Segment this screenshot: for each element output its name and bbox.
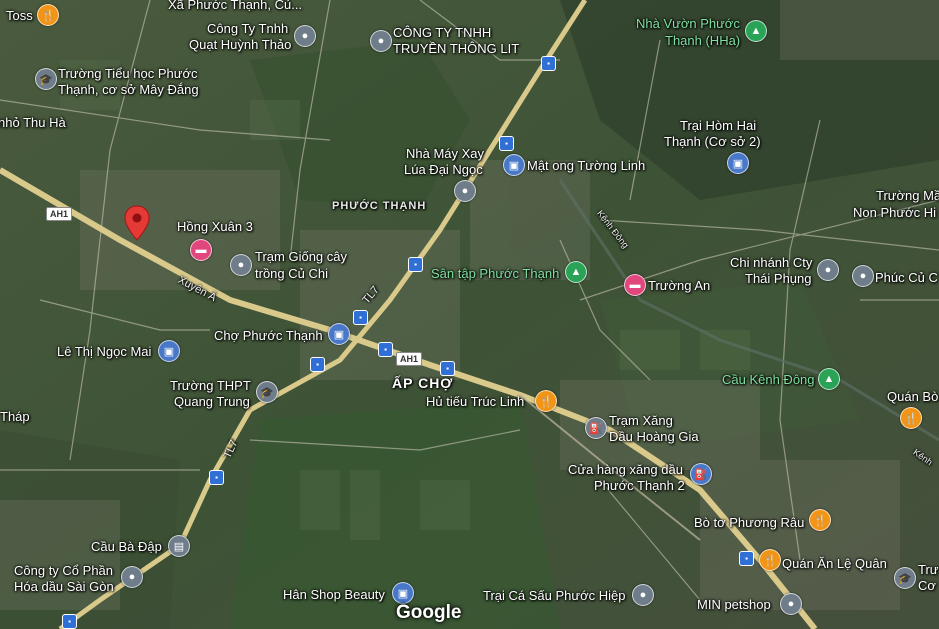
place-label[interactable]: Chi nhánh Cty — [730, 255, 812, 270]
shopping-icon[interactable]: ▣ — [158, 340, 180, 362]
place-label[interactable]: Toss — [6, 8, 33, 23]
school-icon[interactable]: 🎓 — [894, 567, 916, 589]
restaurant-icon[interactable]: 🍴 — [535, 390, 557, 412]
area-label-ap-cho: ẤP CHỢ — [392, 375, 454, 391]
place-label[interactable]: Hủ tiếu Trúc Linh — [426, 394, 524, 409]
location-icon[interactable]: ● — [454, 180, 476, 202]
bridge-icon[interactable]: ▲ — [818, 368, 840, 390]
location-icon[interactable]: ● — [370, 30, 392, 52]
place-label[interactable]: Thạnh (HHa) — [665, 33, 740, 48]
place-label[interactable]: CÔNG TY TNHH — [393, 25, 491, 40]
google-logo: Google — [396, 602, 462, 623]
place-label[interactable]: Non Phước Hi — [853, 205, 936, 220]
bus-stop-icon[interactable]: ▪ — [541, 56, 556, 71]
place-label[interactable]: Cửa hàng xăng dầu — [568, 462, 683, 477]
shopping-icon[interactable]: ▣ — [503, 154, 525, 176]
bus-stop-icon[interactable]: ▪ — [62, 614, 77, 629]
place-label[interactable]: Phước Thạnh 2 — [594, 478, 685, 493]
ah1-shield: AH1 — [396, 352, 423, 366]
place-label[interactable]: nhỏ Thu Hà — [0, 115, 66, 130]
park-icon[interactable]: ▲ — [745, 20, 767, 42]
place-label[interactable]: Trại Cá Sấu Phước Hiệp — [483, 588, 625, 603]
place-label[interactable]: Trường Mầ — [876, 188, 939, 203]
place-label[interactable]: Thạnh, cơ sở Mây Đắng — [58, 82, 199, 97]
bus-stop-icon[interactable]: ▪ — [739, 551, 754, 566]
place-label[interactable]: MIN petshop — [697, 597, 771, 612]
bus-stop-icon[interactable]: ▪ — [378, 342, 393, 357]
place-label[interactable]: Thái Phụng — [745, 271, 812, 286]
location-icon[interactable]: ● — [632, 584, 654, 606]
place-label[interactable]: Quạt Huỳnh Thảo — [189, 37, 291, 52]
selected-location-marker-icon[interactable] — [124, 205, 150, 241]
place-label[interactable]: Mật ong Tường Linh — [527, 158, 645, 173]
place-label[interactable]: trồng Củ Chi — [255, 266, 328, 281]
location-icon[interactable]: ● — [121, 566, 143, 588]
place-label[interactable]: Cầu Kênh Đông — [722, 372, 815, 387]
area-label-phuoc-thanh: PHƯỚC THẠNH — [332, 200, 427, 212]
bus-stop-icon[interactable]: ▪ — [310, 357, 325, 372]
place-label[interactable]: Hân Shop Beauty — [283, 587, 385, 602]
location-icon[interactable]: ● — [780, 593, 802, 615]
place-label[interactable]: Thạnh (Cơ sở 2) — [664, 134, 761, 149]
school-icon[interactable]: 🎓 — [256, 381, 278, 403]
place-label[interactable]: Lê Thị Ngọc Mai — [57, 344, 151, 359]
place-label[interactable]: Lúa Đại Ngọc — [404, 162, 483, 177]
restaurant-icon[interactable]: 🍴 — [37, 4, 59, 26]
location-icon[interactable]: ● — [852, 265, 874, 287]
place-label[interactable]: Trư — [918, 562, 939, 577]
place-label[interactable]: Bò tơ Phương Râu — [694, 515, 804, 530]
bus-stop-icon[interactable]: ▪ — [209, 470, 224, 485]
place-label[interactable]: Tháp — [0, 409, 30, 424]
place-label[interactable]: Trại Hòm Hai — [680, 118, 756, 133]
place-label[interactable]: Quán Bò — [887, 389, 938, 404]
bus-stop-icon[interactable]: ▪ — [499, 136, 514, 151]
place-label[interactable]: Công Ty Tnhh — [207, 21, 288, 36]
place-label[interactable]: Trạm Xăng — [609, 413, 673, 428]
shopping-icon[interactable]: ▣ — [328, 323, 350, 345]
bus-stop-icon[interactable]: ▪ — [353, 310, 368, 325]
place-label[interactable]: Trường THPT — [170, 378, 251, 393]
place-label[interactable]: Nhà Máy Xay — [406, 146, 484, 161]
place-label[interactable]: TRUYỀN THÔNG LIT — [393, 41, 519, 56]
restaurant-icon[interactable]: 🍴 — [809, 509, 831, 531]
location-icon[interactable]: ● — [230, 254, 252, 276]
gas-station-icon[interactable]: ⛽ — [690, 463, 712, 485]
shopping-icon[interactable]: ▣ — [727, 152, 749, 174]
place-label[interactable]: Phúc Củ C — [875, 270, 938, 285]
ah1-shield: AH1 — [46, 207, 73, 221]
place-label[interactable]: Nhà Vườn Phước — [636, 16, 740, 31]
shopping-icon[interactable]: ▣ — [392, 582, 414, 604]
bridge-icon[interactable]: ▤ — [168, 535, 190, 557]
place-label[interactable]: Trường An — [648, 278, 710, 293]
bus-stop-icon[interactable]: ▪ — [408, 257, 423, 272]
place-label[interactable]: Công ty Cổ Phần — [14, 563, 113, 578]
gas-station-icon[interactable]: ⛽ — [585, 417, 607, 439]
place-label[interactable]: Cơ — [918, 578, 936, 593]
location-icon[interactable]: ● — [294, 25, 316, 47]
place-label[interactable]: Chợ Phước Thạnh — [214, 328, 323, 343]
place-label[interactable]: Quán Ăn Lệ Quân — [782, 556, 887, 571]
location-icon[interactable]: ● — [817, 259, 839, 281]
hotel-icon[interactable]: ▬ — [624, 274, 646, 296]
place-label[interactable]: Trường Tiểu học Phước — [58, 66, 197, 81]
place-label[interactable]: Hồng Xuân 3 — [177, 219, 253, 234]
place-label[interactable]: Trạm Giống cây — [255, 249, 347, 264]
park-icon[interactable]: ▲ — [565, 261, 587, 283]
place-label[interactable]: Quang Trung — [174, 394, 250, 409]
satellite-map[interactable]: AH1 AH1 Xuyên Á TL7 TL7 Kênh Đông Kênh P… — [0, 0, 939, 629]
place-label[interactable]: Sân tập Phước Thạnh — [431, 266, 559, 281]
place-label[interactable]: Cầu Bà Đập — [91, 539, 162, 554]
restaurant-icon[interactable]: 🍴 — [900, 407, 922, 429]
place-label[interactable]: Dầu Hoàng Gia — [609, 429, 699, 444]
bus-stop-icon[interactable]: ▪ — [440, 361, 455, 376]
hotel-icon[interactable]: ▬ — [190, 239, 212, 261]
restaurant-icon[interactable]: 🍴 — [759, 549, 781, 571]
place-label[interactable]: Hóa dầu Sài Gòn — [14, 579, 114, 594]
school-icon[interactable]: 🎓 — [35, 68, 57, 90]
place-label[interactable]: Xã Phước Thạnh, Củ... — [168, 0, 302, 12]
